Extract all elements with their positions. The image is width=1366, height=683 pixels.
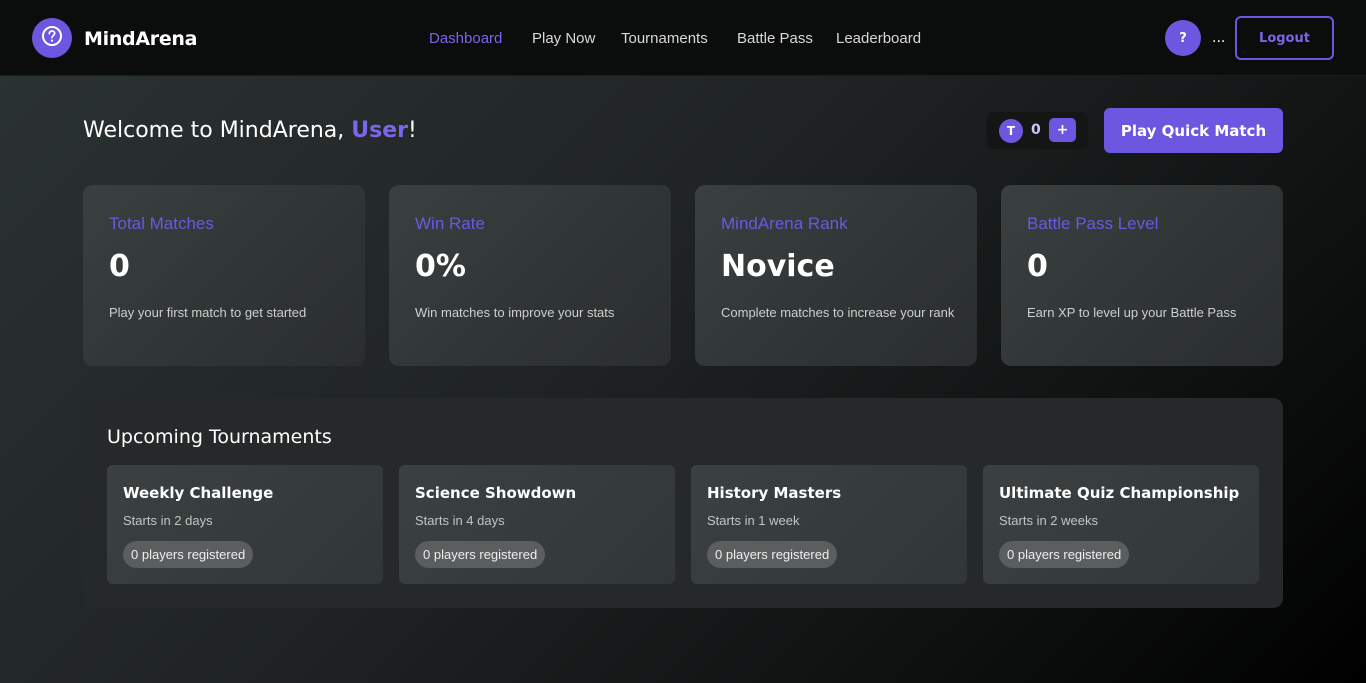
welcome-heading: Welcome to MindArena, User! <box>83 118 417 143</box>
stat-card-win-rate: Win Rate 0% Win matches to improve your … <box>389 185 671 366</box>
stat-description: Win matches to improve your stats <box>415 305 615 320</box>
user-menu[interactable]: ... <box>1212 30 1225 46</box>
tournament-start-time: Starts in 4 days <box>415 513 505 528</box>
stat-description: Earn XP to level up your Battle Pass <box>1027 305 1237 320</box>
token-balance: T 0 + <box>987 112 1088 149</box>
tournament-name: Weekly Challenge <box>123 484 274 502</box>
stat-value: 0% <box>415 249 466 284</box>
welcome-prefix: Welcome to MindArena, <box>83 118 352 143</box>
top-navbar: MindArena Dashboard Play Now Tournaments… <box>0 0 1366 76</box>
tournament-card[interactable]: Weekly Challenge Starts in 2 days 0 play… <box>107 465 383 584</box>
stat-value: Novice <box>721 249 835 284</box>
stat-value: 0 <box>109 249 130 284</box>
stat-description: Play your first match to get started <box>109 305 307 320</box>
tournament-card[interactable]: Science Showdown Starts in 4 days 0 play… <box>399 465 675 584</box>
stat-label: Battle Pass Level <box>1027 214 1159 233</box>
brand-name[interactable]: MindArena <box>84 28 197 50</box>
stat-value: 0 <box>1027 249 1048 284</box>
nav-tournaments[interactable]: Tournaments <box>621 30 708 47</box>
players-registered-badge: 0 players registered <box>415 541 546 568</box>
nav-dashboard[interactable]: Dashboard <box>429 30 502 47</box>
tournament-card[interactable]: History Masters Starts in 1 week 0 playe… <box>691 465 967 584</box>
tournament-start-time: Starts in 2 days <box>123 513 213 528</box>
tournament-card[interactable]: Ultimate Quiz Championship Starts in 2 w… <box>983 465 1259 584</box>
stat-label: Total Matches <box>109 214 214 233</box>
tournament-start-time: Starts in 1 week <box>707 513 800 528</box>
help-button[interactable]: ? <box>1165 20 1201 56</box>
stat-label: MindArena Rank <box>721 214 848 233</box>
nav-battle-pass[interactable]: Battle Pass <box>737 30 813 47</box>
stat-card-total-matches: Total Matches 0 Play your first match to… <box>83 185 365 366</box>
brand-logo[interactable] <box>32 18 72 58</box>
logout-button[interactable]: Logout <box>1235 16 1334 60</box>
welcome-username: User <box>351 118 408 143</box>
panel-title: Upcoming Tournaments <box>107 426 332 448</box>
stat-label: Win Rate <box>415 214 485 233</box>
stat-card-battle-pass-level: Battle Pass Level 0 Earn XP to level up … <box>1001 185 1283 366</box>
players-registered-badge: 0 players registered <box>999 541 1130 568</box>
stat-description: Complete matches to increase your rank <box>721 305 955 320</box>
play-quick-match-button[interactable]: Play Quick Match <box>1104 108 1283 153</box>
upcoming-tournaments-panel: Upcoming Tournaments Weekly Challenge St… <box>83 398 1283 608</box>
add-tokens-button[interactable]: + <box>1049 118 1076 142</box>
tournament-name: Science Showdown <box>415 484 577 502</box>
token-icon: T <box>999 119 1023 143</box>
players-registered-badge: 0 players registered <box>707 541 838 568</box>
question-circle-icon <box>41 25 63 51</box>
nav-leaderboard[interactable]: Leaderboard <box>836 30 921 47</box>
stat-card-rank: MindArena Rank Novice Complete matches t… <box>695 185 977 366</box>
tournament-start-time: Starts in 2 weeks <box>999 513 1098 528</box>
welcome-suffix: ! <box>408 118 417 143</box>
token-count: 0 <box>1031 122 1041 138</box>
tournament-name: History Masters <box>707 484 842 502</box>
nav-play-now[interactable]: Play Now <box>532 30 595 47</box>
tournament-name: Ultimate Quiz Championship <box>999 484 1240 502</box>
players-registered-badge: 0 players registered <box>123 541 254 568</box>
